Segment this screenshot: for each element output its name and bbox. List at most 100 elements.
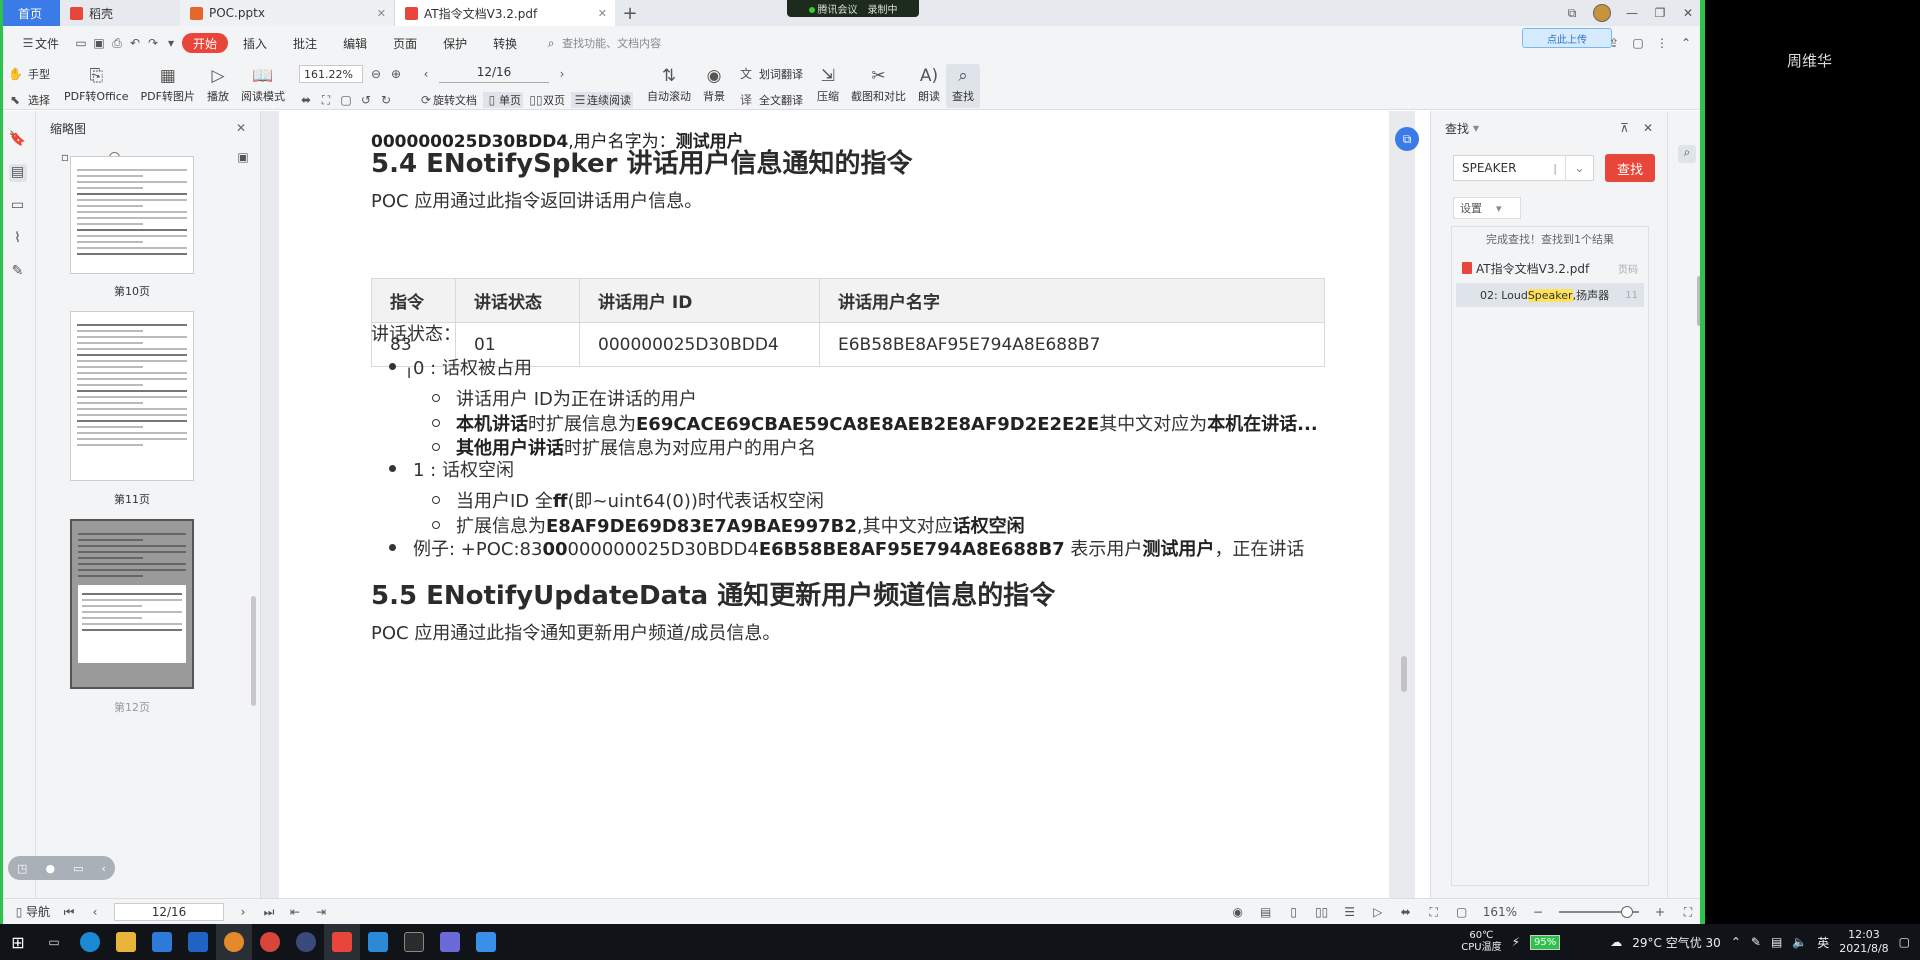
find-result-hit[interactable]: 02: Loud Speaker ,扬声器 11 <box>1456 283 1644 307</box>
forward-icon[interactable]: ⇥ <box>314 905 328 919</box>
menu-annotate[interactable]: 批注 <box>282 33 328 53</box>
prev-page-icon[interactable]: ‹ <box>419 67 433 81</box>
tab-docer[interactable]: 稻壳 <box>60 0 180 26</box>
attachment-icon[interactable]: ⌇ <box>9 230 27 248</box>
find-button[interactable]: ⌕ 查找 <box>945 64 980 108</box>
clear-icon[interactable]: | <box>1553 162 1557 175</box>
play-button[interactable]: ▷ 播放 <box>201 64 235 108</box>
ime-indicator[interactable]: 英 <box>1817 934 1829 951</box>
word-translate-button[interactable]: 文划词翻译 <box>739 64 803 84</box>
taskbar-edge[interactable] <box>72 924 108 960</box>
play-icon[interactable]: ▷ <box>1371 905 1385 919</box>
zoom-slider[interactable] <box>1559 905 1639 918</box>
close-window-icon[interactable]: ✕ <box>1681 6 1695 20</box>
taskbar-app[interactable] <box>216 924 252 960</box>
double-page-button[interactable]: ▯▯双页 <box>529 92 565 108</box>
last-page-icon[interactable]: ⏭ <box>262 905 276 919</box>
first-page-icon[interactable]: ⏮ <box>62 905 76 919</box>
record-icon[interactable]: ● <box>45 862 55 875</box>
status-page-input[interactable]: 12/16 <box>114 902 225 921</box>
screenshot-button[interactable]: ✂ 截图和对比 <box>845 64 912 108</box>
background-button[interactable]: ◉ 背景 <box>697 64 731 108</box>
clock[interactable]: 12:03 2021/8/8 <box>1839 928 1888 956</box>
fit-width-icon[interactable]: ⬌ <box>1399 905 1413 919</box>
print-icon[interactable]: ⎙ <box>110 36 124 50</box>
avatar[interactable] <box>1593 4 1611 22</box>
meeting-indicator[interactable]: 腾讯会议 录制中 <box>787 0 919 17</box>
comment-icon[interactable]: ▢ <box>1631 36 1645 50</box>
actual-size-icon[interactable]: ▢ <box>339 93 353 107</box>
taskbar-explorer[interactable] <box>108 924 144 960</box>
back-icon[interactable]: ⇤ <box>288 905 302 919</box>
page-scroll-thumb[interactable] <box>1401 656 1407 692</box>
thumbnail-page-12[interactable] <box>70 519 194 689</box>
collapse-ribbon-icon[interactable]: ⌃ <box>1679 36 1693 50</box>
menu-start[interactable]: 开始 <box>182 33 229 53</box>
menu-edit[interactable]: 编辑 <box>332 33 378 53</box>
pdf-to-image-button[interactable]: ▦ PDF转图片 <box>135 64 201 108</box>
minimize-icon[interactable]: — <box>1625 6 1639 20</box>
new-tab-button[interactable]: + <box>615 0 645 26</box>
read-aloud-button[interactable]: A) 朗读 <box>912 64 946 108</box>
signature-icon[interactable]: ✎ <box>9 263 27 281</box>
menu-page[interactable]: 页面 <box>382 33 428 53</box>
single-page-button[interactable]: ▯ 单页 <box>482 92 523 108</box>
taskbar-terminal[interactable] <box>396 924 432 960</box>
tab-pdf[interactable]: AT指令文档V3.2.pdf ✕ <box>395 0 615 26</box>
chat-icon[interactable]: ▭ <box>73 862 83 875</box>
thumbnail-page-10[interactable] <box>70 156 194 274</box>
find-rail-icon[interactable]: ⌕ <box>1678 145 1696 163</box>
taskbar-chrome[interactable] <box>252 924 288 960</box>
thumbnail-scrollbar[interactable] <box>251 596 256 706</box>
rotate-right-icon[interactable]: ↻ <box>379 93 393 107</box>
zoom-input[interactable]: 161.22% <box>298 65 363 83</box>
close-icon[interactable]: ✕ <box>377 7 386 20</box>
taskbar-mail[interactable] <box>180 924 216 960</box>
actual-size-icon[interactable]: ▢ <box>1455 905 1469 919</box>
menu-convert[interactable]: 转换 <box>482 33 528 53</box>
find-settings-dropdown[interactable]: 设置 ▾ <box>1453 197 1521 219</box>
document-viewport[interactable]: 000000025D30BDD4,用户名字为：测试用户 5.4 ENotifyS… <box>261 111 1415 898</box>
select-tool[interactable]: ⬉ 选择 <box>8 90 50 110</box>
taskbar-app2[interactable] <box>288 924 324 960</box>
chevron-up-icon[interactable]: ⌃ <box>1731 935 1741 949</box>
large-image-icon[interactable]: ▣ <box>236 150 250 164</box>
compress-button[interactable]: ⇲ 压缩 <box>811 64 845 108</box>
cpu-temp[interactable]: 60℃ CPU温度 <box>1461 930 1501 954</box>
tab-pptx[interactable]: POC.pptx ✕ <box>180 0 395 26</box>
weather-text[interactable]: 29°C 空气优 30 <box>1632 934 1721 951</box>
find-input[interactable]: SPEAKER | ⌄ <box>1453 155 1594 181</box>
undo-icon[interactable]: ↶ <box>128 36 142 50</box>
pin-icon[interactable]: ⊼ <box>1620 121 1629 135</box>
taskbar-wps[interactable] <box>324 924 360 960</box>
feature-search[interactable]: ⌕ 查找功能、文档内容 <box>544 35 661 51</box>
page-input[interactable]: 12/16 <box>438 65 549 83</box>
close-icon[interactable]: ✕ <box>598 7 607 20</box>
pen-icon[interactable]: ✎ <box>1751 935 1761 949</box>
taskbar-app4[interactable] <box>468 924 504 960</box>
network-icon[interactable]: ▤ <box>1771 935 1782 949</box>
next-page-icon[interactable]: › <box>555 67 569 81</box>
more-icon[interactable]: ▾ <box>164 36 178 50</box>
more-options-icon[interactable]: ⋮ <box>1655 36 1669 50</box>
notification-icon[interactable]: ▢ <box>1899 935 1910 949</box>
battery-indicator[interactable]: 95% <box>1530 934 1561 950</box>
menu-protect[interactable]: 保护 <box>432 33 478 53</box>
page-scrollbar[interactable] <box>1401 111 1409 898</box>
rotate-left-icon[interactable]: ↺ <box>359 93 373 107</box>
fit-width-icon[interactable]: ⬌ <box>299 93 313 107</box>
zoom-out-icon[interactable]: − <box>1531 905 1545 919</box>
bookmark-icon[interactable]: 🔖 <box>9 131 27 149</box>
hand-tool[interactable]: ✋ 手型 <box>8 64 50 84</box>
ocr-icon[interactable]: ◳ <box>17 862 27 875</box>
double-page-icon[interactable]: ▯▯ <box>1315 905 1329 919</box>
find-submit-button[interactable]: 查找 <box>1605 154 1655 182</box>
comment-icon[interactable]: ▭ <box>9 197 27 215</box>
fit-page-icon[interactable]: ⛶ <box>319 93 333 107</box>
taskbar-vscode[interactable] <box>360 924 396 960</box>
close-icon[interactable]: ✕ <box>236 121 246 135</box>
volume-icon[interactable]: 🔈 <box>1792 935 1807 949</box>
thumbnail-page-11[interactable] <box>70 311 194 481</box>
taskbar-store[interactable] <box>144 924 180 960</box>
close-icon[interactable]: ✕ <box>1643 121 1653 135</box>
